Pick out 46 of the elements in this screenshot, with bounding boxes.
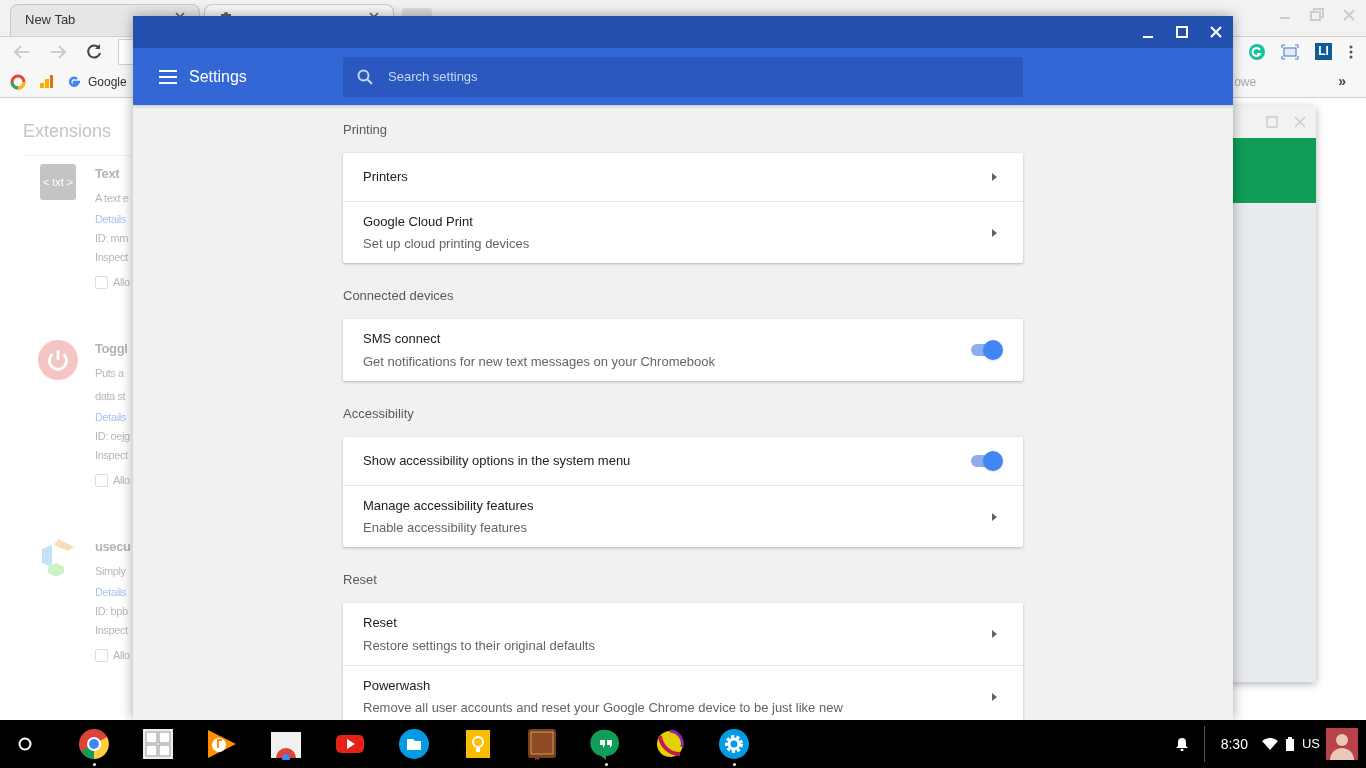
settings-row[interactable]: Manage accessibility features Enable accessibility features xyxy=(343,485,1023,547)
extension-id: ID: bpb xyxy=(95,604,129,619)
extension-name: usecu xyxy=(95,538,131,556)
row-subtitle: Enable accessibility features xyxy=(363,519,529,537)
allow-label: Allo xyxy=(113,473,130,488)
row-subtitle: Remove all user accounts and reset your Google Chrome device to be just like new xyxy=(363,699,844,717)
row-title: Printers xyxy=(363,168,409,187)
settings-row[interactable]: Google Cloud Print Set up cloud printing devices xyxy=(343,201,1023,263)
row-subtitle: Restore settings to their original defaults xyxy=(363,636,596,655)
app-title: Settings xyxy=(189,66,248,87)
clock[interactable]: 8:30 xyxy=(1220,733,1248,755)
keyboard-layout[interactable]: US xyxy=(1301,734,1320,754)
extension-description: Puts a xyxy=(95,366,125,381)
section-heading: Reset xyxy=(343,571,378,589)
section-heading: Connected devices xyxy=(343,287,455,305)
inspect-label: Inspect xyxy=(95,448,129,463)
settings-row[interactable]: Printers xyxy=(343,153,1023,201)
settings-row[interactable]: SMS connect Get notifications for new text messages on your Chromebook xyxy=(343,319,1023,381)
inspect-label: Inspect xyxy=(95,250,129,265)
row-subtitle: Set up cloud printing devices xyxy=(363,235,531,253)
allow-label: Allo xyxy=(113,648,130,663)
extension-id: ID: oejg xyxy=(95,429,130,444)
extension-id: ID: mm xyxy=(95,231,130,246)
extension-description: Simply xyxy=(95,564,127,579)
search-field[interactable]: Search settings xyxy=(343,56,1023,97)
row-title: Manage accessibility features xyxy=(363,496,535,515)
row-title: Show accessibility options in the system menu xyxy=(363,452,632,471)
row-title: SMS connect xyxy=(363,330,442,348)
extension-button[interactable]: LI xyxy=(1315,43,1332,60)
extension-icon: < txt > xyxy=(40,164,76,200)
row-title: Powerwash xyxy=(363,676,432,695)
section-heading: Printing xyxy=(343,121,389,139)
extension-description: data st xyxy=(95,389,127,404)
row-subtitle: Get notifications for new text messages on your Chromebook xyxy=(363,352,716,371)
section-heading: Accessibility xyxy=(343,405,415,423)
extension-description: A text e xyxy=(95,191,130,206)
allow-label: Allo xyxy=(113,275,130,290)
bookmarks-overflow[interactable]: » xyxy=(1338,71,1346,92)
row-title: Google Cloud Print xyxy=(363,212,474,231)
settings-row[interactable]: Reset Restore settings to their original defaults xyxy=(343,603,1023,665)
extension-name: Text xyxy=(95,165,121,183)
inspect-label: Inspect xyxy=(95,623,129,638)
settings-row[interactable]: Show accessibility options in the system menu xyxy=(343,437,1023,485)
extension-name: Toggl xyxy=(95,340,129,358)
bookmark-link[interactable]: Google xyxy=(88,72,127,91)
row-title: Reset xyxy=(363,614,398,632)
